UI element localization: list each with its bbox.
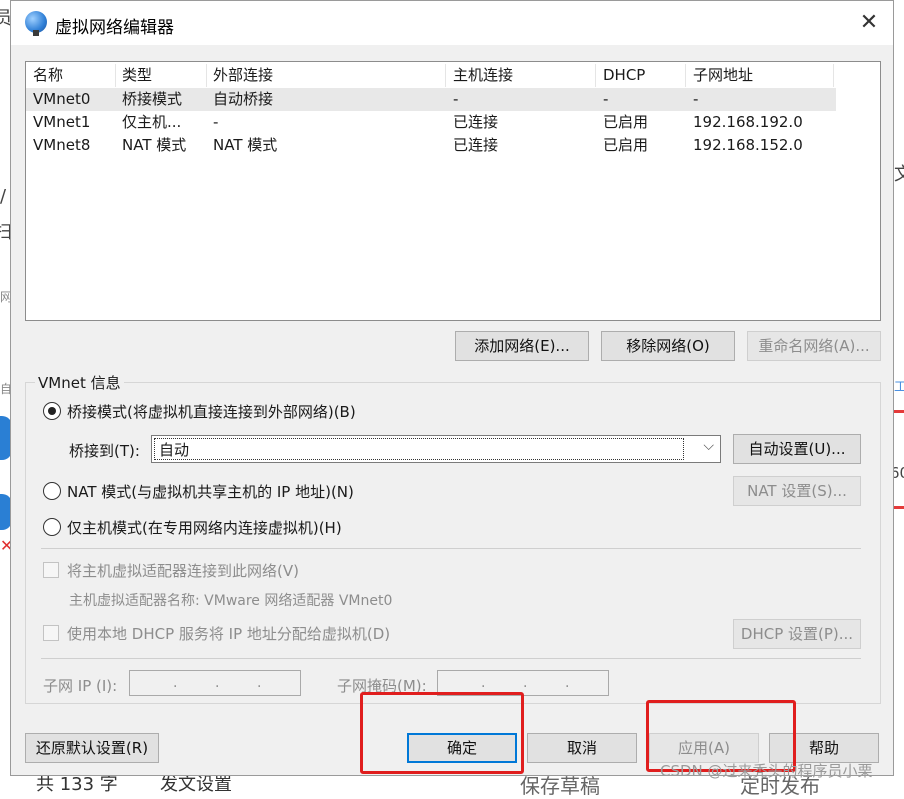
ip-separator: .: [173, 675, 178, 691]
window-title: 虚拟网络编辑器: [55, 18, 174, 38]
column-header-name[interactable]: 名称: [33, 64, 116, 87]
bridge-to-label: 桥接到(T):: [69, 442, 140, 460]
bg-text-fragment: 文: [894, 164, 904, 185]
cell-type: NAT 模式: [122, 136, 187, 154]
cell-name: VMnet8: [33, 136, 91, 154]
cell-subnet: -: [693, 90, 699, 108]
chevron-down-icon[interactable]: ⌵: [703, 438, 714, 454]
nat-mode-radio[interactable]: [43, 482, 61, 500]
bg-red-mark: [894, 410, 904, 413]
vmnet-info-group: [25, 382, 881, 704]
dhcp-label[interactable]: 使用本地 DHCP 服务将 IP 地址分配给虚拟机(D): [67, 623, 390, 644]
divider: [41, 658, 861, 659]
bridge-mode-label[interactable]: 桥接模式(将虚拟机直接连接到外部网络)(B): [67, 401, 356, 422]
remove-network-button[interactable]: 移除网络(O): [601, 331, 735, 361]
vmnet-info-label: VMnet 信息: [35, 372, 124, 393]
cell-external: -: [213, 113, 219, 131]
rename-network-button[interactable]: 重命名网络(A)...: [747, 331, 881, 361]
column-header-host[interactable]: 主机连接: [453, 64, 596, 87]
cell-host: -: [453, 90, 459, 108]
cell-external: 自动桥接: [213, 90, 274, 108]
column-header-dhcp[interactable]: DHCP: [603, 64, 686, 87]
adapter-name-label: 主机虚拟适配器名称: VMware 网络适配器 VMnet0: [69, 593, 393, 609]
bg-red-mark: [894, 506, 904, 509]
divider: [41, 548, 861, 549]
annotation-highlight-ok: [360, 692, 524, 774]
connect-adapter-checkbox[interactable]: [43, 562, 59, 578]
cell-subnet: 192.168.192.0: [693, 113, 803, 131]
cell-subnet: 192.168.152.0: [693, 136, 803, 154]
table-header: 名称 类型 外部连接 主机连接 DHCP 子网地址: [26, 64, 836, 87]
bg-text-fragment: 工: [894, 380, 904, 395]
cell-host: 已连接: [453, 136, 499, 154]
bridge-to-select[interactable]: 自动 ⌵: [151, 435, 721, 463]
ip-separator: .: [257, 675, 262, 691]
cell-type: 桥接模式: [122, 90, 183, 108]
cell-dhcp: -: [603, 90, 609, 108]
connect-adapter-label[interactable]: 将主机虚拟适配器连接到此网络(V): [67, 560, 299, 581]
host-only-label[interactable]: 仅主机模式(在专用网络内连接虚拟机)(H): [67, 517, 342, 538]
network-table: 名称 类型 外部连接 主机连接 DHCP 子网地址 VMnet0 桥接模式 自动…: [25, 61, 881, 321]
column-header-type[interactable]: 类型: [122, 64, 207, 87]
ip-separator: .: [565, 675, 570, 691]
auto-settings-button[interactable]: 自动设置(U)...: [733, 434, 861, 464]
cell-type: 仅主机...: [122, 113, 182, 131]
column-header-external[interactable]: 外部连接: [213, 64, 446, 87]
ip-separator: .: [215, 675, 220, 691]
table-row[interactable]: VMnet0 桥接模式 自动桥接 - - -: [26, 88, 836, 111]
table-row[interactable]: VMnet1 仅主机... - 已连接 已启用 192.168.192.0: [26, 111, 836, 134]
nat-settings-button[interactable]: NAT 设置(S)...: [733, 476, 861, 506]
title-bar: 虚拟网络编辑器 ✕: [11, 1, 893, 45]
bridge-to-value: 自动: [154, 438, 684, 460]
cell-external: NAT 模式: [213, 136, 278, 154]
ip-separator: .: [523, 675, 528, 691]
cell-host: 已连接: [453, 113, 499, 131]
close-button[interactable]: ✕: [849, 7, 889, 39]
table-row[interactable]: VMnet8 NAT 模式 NAT 模式 已连接 已启用 192.168.152…: [26, 134, 836, 157]
network-globe-icon: [25, 11, 47, 36]
cell-name: VMnet0: [33, 90, 91, 108]
cell-name: VMnet1: [33, 113, 91, 131]
cell-dhcp: 已启用: [603, 136, 649, 154]
add-network-button[interactable]: 添加网络(E)...: [455, 331, 589, 361]
nat-mode-label[interactable]: NAT 模式(与虚拟机共享主机的 IP 地址)(N): [67, 481, 354, 502]
bridge-mode-radio[interactable]: [43, 402, 61, 420]
restore-defaults-button[interactable]: 还原默认设置(R): [25, 733, 159, 763]
subnet-ip-label: 子网 IP (I):: [43, 677, 118, 695]
column-header-subnet[interactable]: 子网地址: [693, 64, 834, 87]
virtual-network-editor-dialog: 虚拟网络编辑器 ✕ 名称 类型 外部连接 主机连接 DHCP 子网地址 VMne…: [10, 0, 894, 776]
cancel-button[interactable]: 取消: [527, 733, 637, 763]
watermark: CSDN @过来秃头的程序员小栗: [660, 762, 873, 780]
cell-dhcp: 已启用: [603, 113, 649, 131]
dhcp-checkbox[interactable]: [43, 625, 59, 641]
bg-text-fragment: /: [0, 186, 7, 207]
host-only-radio[interactable]: [43, 518, 61, 536]
dhcp-settings-button[interactable]: DHCP 设置(P)...: [733, 619, 861, 649]
subnet-ip-field[interactable]: . . .: [129, 670, 301, 696]
